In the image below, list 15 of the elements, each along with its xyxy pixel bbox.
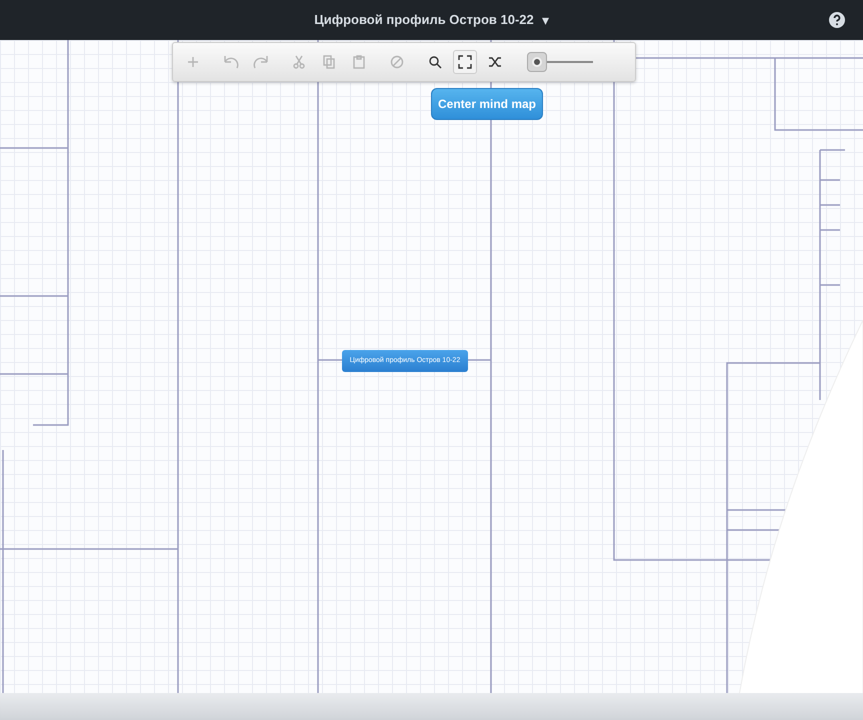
zoom-slider[interactable] <box>529 50 593 74</box>
plus-icon <box>185 54 201 70</box>
copy-icon <box>321 54 337 70</box>
undo-icon <box>223 54 239 70</box>
slider-thumb[interactable] <box>526 52 547 72</box>
prohibited-icon <box>389 54 405 70</box>
search-icon <box>427 54 443 70</box>
paste-icon <box>351 54 367 70</box>
mind-map-title[interactable]: Цифровой профиль Остров 10-22 <box>314 10 534 30</box>
redo-icon <box>253 54 269 70</box>
scissors-icon <box>291 54 307 70</box>
fit-screen-button[interactable] <box>453 50 477 74</box>
fit-screen-icon <box>457 54 473 70</box>
caret-icon[interactable]: ▾ <box>542 10 549 30</box>
help-icon[interactable] <box>829 12 845 28</box>
